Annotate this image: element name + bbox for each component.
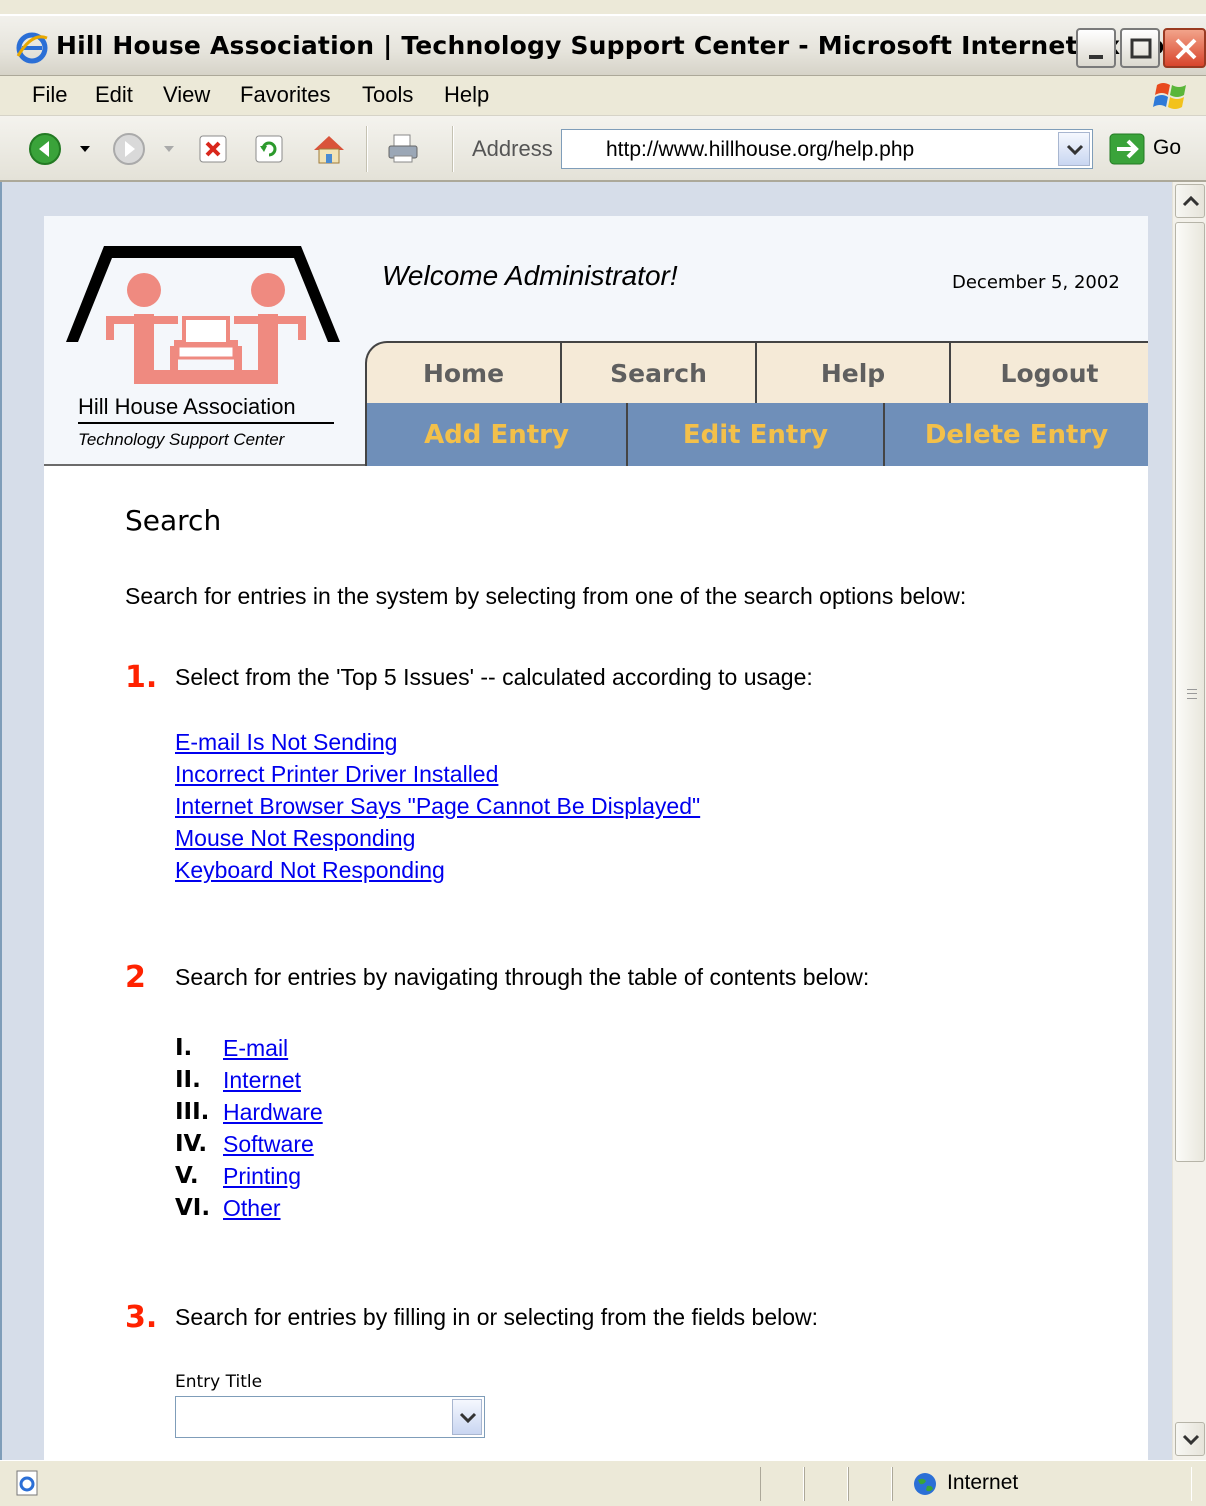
step-3-number: 3. bbox=[125, 1300, 158, 1335]
nav-search[interactable]: Search bbox=[560, 341, 755, 403]
toolbar-separator bbox=[366, 126, 368, 172]
status-bar: Internet bbox=[0, 1460, 1206, 1506]
vertical-scrollbar[interactable] bbox=[1172, 182, 1206, 1460]
chevron-down-icon bbox=[1182, 1434, 1200, 1446]
close-icon bbox=[1175, 38, 1197, 60]
nav-home[interactable]: Home bbox=[365, 341, 560, 403]
web-page: Hill House Association Technology Suppor… bbox=[44, 216, 1148, 1460]
address-label: Address bbox=[472, 136, 553, 161]
top-issue-link[interactable]: Incorrect Printer Driver Installed bbox=[175, 761, 498, 788]
ie-icon bbox=[16, 32, 48, 64]
secondary-nav: Add Entry Edit Entry Delete Entry bbox=[365, 403, 1148, 466]
menu-favorites[interactable]: Favorites bbox=[240, 82, 330, 108]
top-issue-link[interactable]: E-mail Is Not Sending bbox=[175, 729, 397, 756]
menu-file[interactable]: File bbox=[32, 82, 67, 108]
close-button[interactable] bbox=[1163, 28, 1206, 68]
toc-number: II. bbox=[175, 1067, 201, 1093]
toc-link-hardware[interactable]: Hardware bbox=[223, 1099, 323, 1126]
status-pane bbox=[760, 1467, 804, 1501]
security-zone: Internet bbox=[947, 1471, 1019, 1494]
scroll-thumb[interactable] bbox=[1175, 222, 1205, 1162]
org-name: Hill House Association bbox=[78, 394, 296, 419]
back-dropdown-icon[interactable] bbox=[78, 144, 92, 154]
title-bar[interactable]: Hill House Association | Technology Supp… bbox=[0, 14, 1206, 76]
entry-title-dropdown-button[interactable] bbox=[452, 1399, 482, 1435]
status-pane bbox=[848, 1467, 892, 1501]
go-button[interactable]: Go bbox=[1153, 136, 1181, 160]
logo-divider bbox=[78, 422, 334, 424]
entry-title-label: Entry Title bbox=[175, 1372, 263, 1392]
print-icon[interactable] bbox=[384, 130, 422, 168]
address-url[interactable]: http://www.hillhouse.org/help.php bbox=[606, 138, 914, 162]
step-1-number: 1. bbox=[125, 660, 158, 695]
top-issue-link[interactable]: Mouse Not Responding bbox=[175, 825, 415, 852]
toc-number: III. bbox=[175, 1099, 210, 1125]
org-subtitle: Technology Support Center bbox=[78, 430, 285, 449]
current-date: December 5, 2002 bbox=[952, 272, 1120, 293]
toolbar: Address http://www.hillhouse.org/help.ph… bbox=[0, 116, 1206, 182]
scroll-grip-icon bbox=[1187, 689, 1197, 699]
step-2-text: Search for entries by navigating through… bbox=[175, 964, 870, 990]
toc-number: I. bbox=[175, 1035, 193, 1061]
nav-help[interactable]: Help bbox=[755, 341, 949, 403]
maximize-icon bbox=[1130, 38, 1152, 59]
intro-text: Search for entries in the system by sele… bbox=[125, 583, 967, 609]
address-bar[interactable]: http://www.hillhouse.org/help.php bbox=[561, 129, 1093, 169]
menu-help[interactable]: Help bbox=[444, 82, 489, 108]
globe-icon bbox=[914, 1473, 936, 1495]
status-pane bbox=[804, 1467, 848, 1501]
step-3-text: Search for entries by filling in or sele… bbox=[175, 1304, 819, 1330]
browser-viewport: Hill House Association Technology Suppor… bbox=[0, 182, 1172, 1460]
back-icon[interactable] bbox=[26, 130, 64, 168]
chevron-up-icon bbox=[1182, 195, 1200, 207]
home-icon[interactable] bbox=[310, 130, 348, 168]
window-title: Hill House Association | Technology Supp… bbox=[56, 31, 1206, 60]
toolbar-separator bbox=[452, 126, 454, 172]
toc-link-email[interactable]: E-mail bbox=[223, 1035, 288, 1062]
minimize-button[interactable] bbox=[1076, 28, 1116, 68]
entry-title-select[interactable] bbox=[175, 1396, 485, 1438]
menu-bar: File Edit View Favorites Tools Help bbox=[0, 76, 1206, 116]
welcome-message: Welcome Administrator! bbox=[382, 260, 678, 291]
menu-tools[interactable]: Tools bbox=[362, 82, 413, 108]
chevron-down-icon bbox=[459, 1412, 477, 1424]
nav-logout[interactable]: Logout bbox=[949, 341, 1148, 403]
toc-number: VI. bbox=[175, 1195, 211, 1221]
forward-dropdown-icon[interactable] bbox=[162, 144, 176, 154]
page-title: Search bbox=[125, 504, 222, 537]
step-2-number: 2 bbox=[125, 960, 146, 995]
forward-icon[interactable] bbox=[110, 130, 148, 168]
toc-link-software[interactable]: Software bbox=[223, 1131, 314, 1158]
maximize-button[interactable] bbox=[1120, 28, 1160, 68]
scroll-down-button[interactable] bbox=[1175, 1422, 1205, 1456]
go-arrow-icon[interactable] bbox=[1108, 132, 1146, 166]
toc-link-other[interactable]: Other bbox=[223, 1195, 281, 1222]
refresh-icon[interactable] bbox=[250, 130, 288, 168]
toc-link-internet[interactable]: Internet bbox=[223, 1067, 301, 1094]
nav-delete-entry[interactable]: Delete Entry bbox=[883, 403, 1148, 466]
top-issue-link[interactable]: Keyboard Not Responding bbox=[175, 857, 445, 884]
toc-link-printing[interactable]: Printing bbox=[223, 1163, 301, 1190]
scroll-up-button[interactable] bbox=[1175, 184, 1205, 218]
minimize-icon bbox=[1089, 55, 1103, 59]
site-header: Hill House Association Technology Suppor… bbox=[44, 216, 1148, 466]
hill-house-logo bbox=[66, 246, 340, 384]
step-1-text: Select from the 'Top 5 Issues' -- calcul… bbox=[175, 664, 813, 690]
address-dropdown-button[interactable] bbox=[1058, 132, 1090, 166]
menu-edit[interactable]: Edit bbox=[95, 82, 133, 108]
nav-add-entry[interactable]: Add Entry bbox=[365, 403, 626, 466]
windows-logo-icon bbox=[1153, 83, 1186, 109]
toc-number: V. bbox=[175, 1163, 199, 1189]
chevron-down-icon bbox=[1066, 144, 1084, 156]
stop-icon[interactable] bbox=[194, 130, 232, 168]
menu-view[interactable]: View bbox=[163, 82, 210, 108]
nav-edit-entry[interactable]: Edit Entry bbox=[626, 403, 883, 466]
top-issue-link[interactable]: Internet Browser Says "Page Cannot Be Di… bbox=[175, 793, 700, 820]
page-icon bbox=[16, 1470, 38, 1496]
toc-number: IV. bbox=[175, 1131, 208, 1157]
primary-nav: Home Search Help Logout bbox=[365, 341, 1148, 403]
